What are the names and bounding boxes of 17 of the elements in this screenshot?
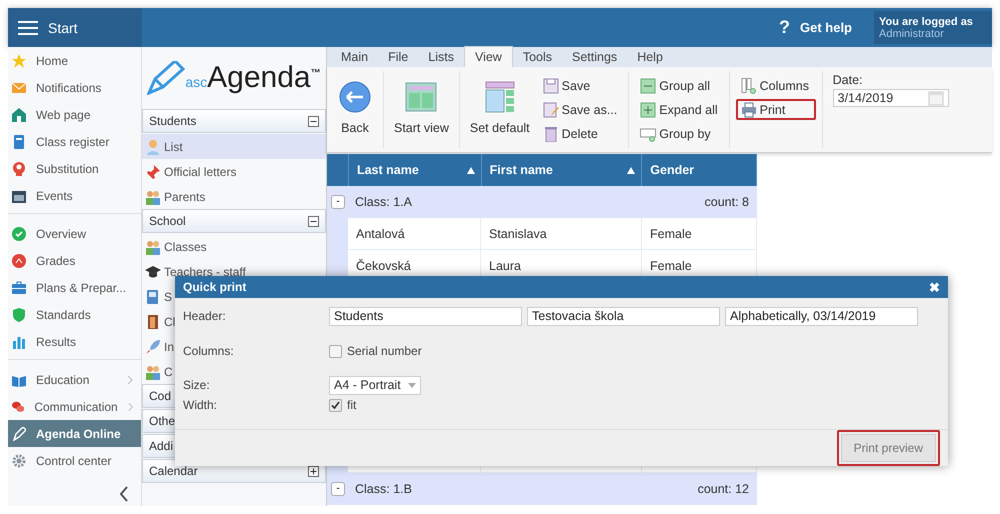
group-count: count: 12 bbox=[698, 482, 749, 496]
start-title: Start bbox=[48, 20, 78, 36]
field-label: Width: bbox=[183, 398, 218, 412]
date-label: Date: bbox=[832, 73, 864, 87]
user-name: Administrator bbox=[879, 28, 945, 40]
field-label: Columns: bbox=[183, 344, 235, 358]
app-logo: ascAgenda$^{™}$ bbox=[185, 61, 321, 95]
table-cell: Stanislava bbox=[481, 218, 642, 250]
group-label: Class: 1.B bbox=[355, 482, 412, 496]
table-cell: Antalová bbox=[348, 218, 481, 250]
dialog-title: Quick print bbox=[183, 280, 246, 294]
group-label: Class: 1.A bbox=[355, 195, 412, 209]
field-label: Header: bbox=[183, 309, 227, 323]
group-count: count: 8 bbox=[704, 195, 749, 209]
user-caption: You are logged as bbox=[879, 16, 974, 28]
field-label: Size: bbox=[183, 378, 211, 392]
table-cell: Female bbox=[642, 218, 757, 250]
